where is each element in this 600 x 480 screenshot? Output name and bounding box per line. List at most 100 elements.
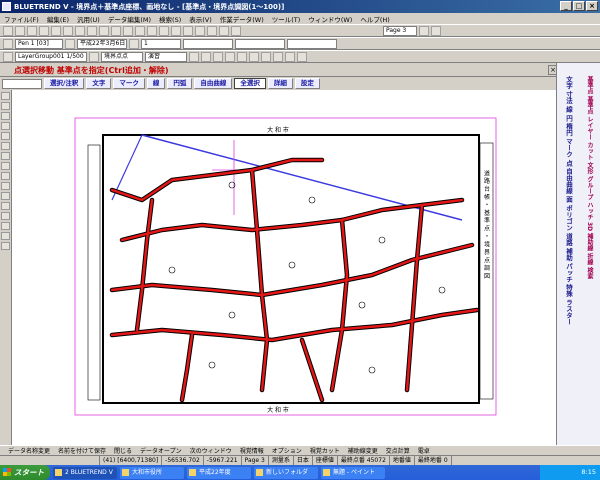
rect-tool-icon[interactable] (1, 112, 10, 120)
menu-view[interactable]: 表示(V) (189, 14, 212, 24)
end-style-selector[interactable] (287, 38, 337, 49)
open-file-icon[interactable] (15, 25, 25, 36)
maximize-button[interactable]: □ (573, 1, 585, 11)
page-selector[interactable]: Page 3 (383, 25, 417, 36)
taskbar-item-paint[interactable]: 無題 - ペイント (321, 466, 385, 479)
cmd-benchmark-1[interactable]: 基準点 (586, 75, 593, 95)
cmd-dimension[interactable]: 寸法 (565, 90, 573, 105)
cmd-aux-line[interactable]: 補助線 (586, 232, 593, 252)
taskbar-item-bluetrend[interactable]: 2 BLUETREND V (53, 466, 117, 479)
point-type-selector[interactable]: 境界点点 (101, 51, 143, 62)
new-file-icon[interactable] (3, 25, 13, 36)
rotate-icon[interactable] (249, 51, 259, 62)
mode-selector[interactable] (2, 78, 42, 89)
line-width-selector[interactable]: 1 (141, 38, 181, 49)
erase-tool-icon[interactable] (1, 232, 10, 240)
cmd-point[interactable]: 点 (565, 159, 573, 168)
fn-view-cut[interactable]: 視覚カット (310, 446, 340, 455)
pointer-tool-icon[interactable] (1, 92, 10, 100)
cmd-freehand[interactable]: 自由曲線 (565, 167, 573, 195)
fn-options[interactable]: オプション (272, 446, 302, 455)
pen-selector[interactable]: Pen 1 [03] (15, 38, 63, 49)
menu-data-edit[interactable]: データ編集(M) (108, 14, 151, 24)
circle-tool-icon[interactable] (1, 122, 10, 130)
fn-intersection[interactable]: 交点計算 (386, 446, 410, 455)
fn-aux-line[interactable]: 補助線変更 (348, 446, 378, 455)
menu-help[interactable]: ヘルプ(H) (360, 14, 389, 24)
drawing-canvas[interactable]: 大 和 市 大 和 市 道 路 台 帳 ・ 基 準 点 ・ 境 界 点 調 図 (12, 90, 556, 445)
properties-icon[interactable] (297, 51, 307, 62)
delete-icon[interactable] (285, 51, 295, 62)
copy-icon[interactable] (63, 25, 73, 36)
snap-icon[interactable] (183, 25, 193, 36)
move-tool-icon[interactable] (1, 152, 10, 160)
fn-save-as[interactable]: 名前を付けて保存 (58, 446, 106, 455)
undo-tool-icon[interactable] (1, 242, 10, 250)
redraw-icon[interactable] (159, 25, 169, 36)
zoom-out-icon[interactable] (123, 25, 133, 36)
copy-tool-icon[interactable] (1, 162, 10, 170)
cmd-benchmark-2[interactable]: 基準点 (586, 95, 593, 115)
layer-group-selector[interactable]: LayerGroup001 1/500 (15, 51, 87, 62)
date-selector[interactable]: 平成22年3月6日 (77, 38, 127, 49)
layer-icon[interactable] (195, 25, 205, 36)
grid-icon[interactable] (171, 25, 181, 36)
menu-search[interactable]: 検索(S) (159, 14, 181, 24)
cmd-raster[interactable]: ラスター (565, 298, 573, 326)
cmd-polygon[interactable]: ポリゴン (565, 204, 573, 232)
taskbar-item-new-folder[interactable]: 新しいフォルダ (254, 466, 318, 479)
freehand-button[interactable]: 自由曲線 (194, 78, 233, 89)
cmd-cut[interactable]: カット (586, 141, 593, 161)
cut-icon[interactable] (51, 25, 61, 36)
measure-icon[interactable] (207, 25, 217, 36)
cmd-face[interactable]: 面 (565, 195, 573, 204)
cmd-special[interactable]: 特殊 (565, 283, 573, 298)
select-annotation-button[interactable]: 選択/注釈 (44, 78, 85, 89)
layer-group-icon[interactable] (3, 51, 13, 62)
color-icon[interactable] (65, 38, 75, 49)
print-icon[interactable] (39, 25, 49, 36)
point-tool-icon[interactable] (1, 142, 10, 150)
pen-icon[interactable] (3, 38, 13, 49)
mark-button[interactable]: マーク (113, 78, 145, 89)
menu-edit[interactable]: 編集(E) (47, 14, 69, 24)
offset-tool-icon[interactable] (1, 182, 10, 190)
line-pattern-selector[interactable] (235, 38, 285, 49)
cmd-auxiliary[interactable]: 補助 (565, 247, 573, 262)
menu-general[interactable]: 汎用(U) (77, 14, 100, 24)
fn-calculator[interactable]: 電卓 (418, 446, 430, 455)
menu-tools[interactable]: ツール(T) (272, 14, 301, 24)
zoom-fit-icon[interactable] (135, 25, 145, 36)
save-icon[interactable] (27, 25, 37, 36)
page-next-icon[interactable] (431, 25, 441, 36)
coord-tool-icon[interactable] (1, 222, 10, 230)
cmd-text[interactable]: 文字 (565, 75, 573, 90)
cmd-3d[interactable]: 3D (586, 221, 593, 232)
menu-work-data[interactable]: 作業データ(W) (220, 14, 264, 24)
redo-icon[interactable] (99, 25, 109, 36)
text-tool-icon[interactable] (1, 132, 10, 140)
select-all-button[interactable]: 全選択 (234, 78, 266, 89)
text-button[interactable]: 文字 (86, 78, 112, 89)
linetype-icon[interactable] (129, 38, 139, 49)
fn-view-info[interactable]: 視覚情報 (240, 446, 264, 455)
mirror-icon[interactable] (261, 51, 271, 62)
cmd-circle[interactable]: 円 (565, 114, 573, 123)
zoom-in-icon[interactable] (111, 25, 121, 36)
details-button[interactable]: 詳細 (267, 78, 293, 89)
exercise-selector[interactable]: 演習 (145, 51, 187, 62)
measure-tool-icon[interactable] (1, 212, 10, 220)
menu-file[interactable]: ファイル(F) (4, 14, 39, 24)
menu-window[interactable]: ウィンドウ(W) (308, 14, 352, 24)
page-prev-icon[interactable] (419, 25, 429, 36)
undo-icon[interactable] (87, 25, 97, 36)
cmd-shape[interactable]: 文形 (586, 161, 593, 175)
cmd-ellipse[interactable]: 楕円 (565, 122, 573, 137)
hatch-tool-icon[interactable] (1, 192, 10, 200)
close-window-button[interactable]: × (586, 1, 598, 11)
cmd-hatch[interactable]: ハッチ (586, 201, 593, 221)
settings-button[interactable]: 設定 (294, 78, 320, 89)
line-tool-icon[interactable] (1, 102, 10, 110)
cmd-group[interactable]: グループ (586, 175, 593, 201)
pan-icon[interactable] (147, 25, 157, 36)
